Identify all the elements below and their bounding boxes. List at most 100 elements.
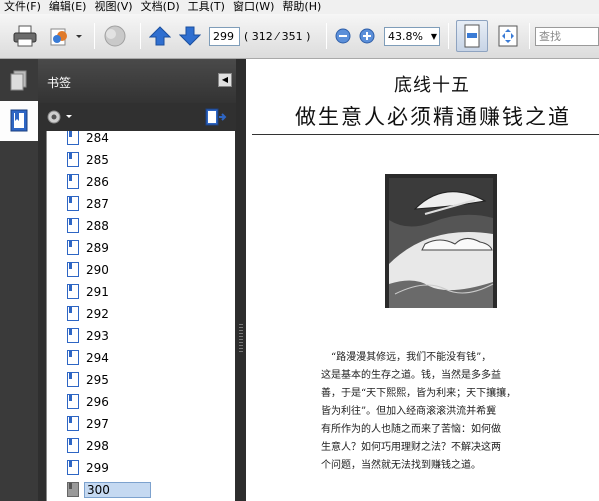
bookmark-page-icon	[67, 438, 79, 453]
bookmark-page-icon	[67, 240, 79, 255]
fit-width-icon	[498, 25, 518, 47]
bookmark-item[interactable]: 287	[47, 193, 235, 215]
bookmark-item[interactable]: 288	[47, 215, 235, 237]
menu-bar: 文件(F) 编辑(E) 视图(V) 文档(D) 工具(T) 窗口(W) 帮助(H…	[0, 0, 599, 14]
menu-help[interactable]: 帮助(H)	[282, 0, 321, 14]
menu-document[interactable]: 文档(D)	[141, 0, 180, 14]
menu-file[interactable]: 文件(F)	[4, 0, 41, 14]
collapse-panel-button[interactable]: ◀	[218, 73, 232, 87]
menu-view[interactable]: 视图(V)	[94, 0, 132, 14]
paragraph-line: 皆为利往”。但加入经商滚滚洪流并希冀	[321, 406, 497, 417]
bookmark-item[interactable]: 298	[47, 435, 235, 457]
arrow-down-icon	[179, 26, 201, 46]
page-number-input[interactable]: 299	[209, 27, 240, 46]
paragraph-line: 这是基本的生存之道。钱，当然是多多益	[321, 370, 501, 381]
panel-splitter[interactable]	[236, 59, 246, 501]
paragraph-line: 个问题，当然就无法找到赚钱之道。	[321, 460, 481, 471]
zoom-in-button[interactable]	[358, 22, 376, 50]
page-count-label: ( 312 ⁄ 351 )	[244, 30, 311, 43]
bookmark-label: 297	[86, 417, 109, 431]
bookmark-item[interactable]: 284	[47, 131, 235, 149]
menu-window[interactable]: 窗口(W)	[233, 0, 274, 14]
paragraph-line: 生意人？如何巧用理财之法？不解决这两	[321, 442, 501, 453]
connect-button[interactable]	[100, 22, 130, 50]
menu-tools[interactable]: 工具(T)	[188, 0, 225, 14]
zoom-out-button[interactable]	[334, 22, 352, 50]
bookmark-label: 287	[86, 197, 109, 211]
bookmark-label: 299	[86, 461, 109, 475]
bookmark-page-icon	[67, 394, 79, 409]
bookmark-label: 300	[84, 482, 151, 498]
bookmark-label: 293	[86, 329, 109, 343]
chevron-down-icon: ▼	[430, 32, 437, 41]
arrow-up-icon	[149, 26, 171, 46]
zoom-in-icon	[359, 28, 375, 44]
globe-icon	[104, 25, 126, 47]
options-gear-icon[interactable]	[46, 109, 74, 125]
bookmark-item[interactable]: 292	[47, 303, 235, 325]
bookmark-item[interactable]: 291	[47, 281, 235, 303]
bookmark-label: 292	[86, 307, 109, 321]
bookmark-label: 296	[86, 395, 109, 409]
chapter-illustration	[385, 174, 497, 308]
bookmark-label: 289	[86, 241, 109, 255]
pages-panel-button[interactable]	[0, 61, 38, 101]
bookmark-item[interactable]: 295	[47, 369, 235, 391]
bookmark-label: 284	[86, 131, 109, 145]
bookmark-label: 285	[86, 153, 109, 167]
find-input[interactable]: 查找	[535, 27, 599, 46]
printer-icon	[13, 25, 37, 47]
paragraph-line: “路漫漫其修远，我们不能没有钱”，	[331, 352, 492, 363]
bookmark-page-icon	[67, 262, 79, 277]
paragraph-line: 善，于是“天下熙熙，皆为利来；天下攘攘，	[321, 388, 517, 399]
bookmark-label: 286	[86, 175, 109, 189]
new-bookmark-icon[interactable]	[204, 108, 228, 126]
next-page-button[interactable]	[178, 22, 202, 50]
paragraph-line: 有所作为的人也随之而来了苦恼：如何做	[321, 424, 501, 435]
bookmark-item[interactable]: 299	[47, 457, 235, 479]
document-page: 底线十五 做生意人必须精通赚钱之道 “路漫漫其修远，我们不能没有钱”， 这是基本…	[246, 59, 599, 501]
bookmark-page-icon	[67, 306, 79, 321]
bookmark-label: 298	[86, 439, 109, 453]
bookmark-page-icon	[67, 460, 79, 475]
bookmark-page-icon	[67, 482, 79, 497]
title-rule	[252, 134, 599, 135]
bookmark-page-icon	[67, 218, 79, 233]
bookmark-item[interactable]: 296	[47, 391, 235, 413]
bookmark-page-icon	[67, 372, 79, 387]
bookmark-page-icon	[67, 152, 79, 167]
navigation-rail	[0, 59, 38, 501]
splitter-grip[interactable]	[239, 324, 243, 354]
bookmark-label: 290	[86, 263, 109, 277]
bookmark-label: 288	[86, 219, 109, 233]
bookmark-item[interactable]: 285	[47, 149, 235, 171]
fit-width-button[interactable]	[492, 22, 524, 50]
bookmark-item-selected[interactable]: 300	[47, 479, 235, 501]
bookmark-item[interactable]: 293	[47, 325, 235, 347]
fit-page-button[interactable]	[456, 20, 488, 52]
previous-page-button[interactable]	[148, 22, 172, 50]
bookmark-page-icon	[67, 284, 79, 299]
menu-edit[interactable]: 编辑(E)	[49, 0, 87, 14]
chapter-heading: 底线十五	[394, 75, 470, 96]
bookmark-label: 295	[86, 373, 109, 387]
zoom-value: 43.8%	[388, 30, 423, 43]
bookmarks-panel-button[interactable]	[0, 101, 38, 141]
chapter-paragraph: “路漫漫其修远，我们不能没有钱”， 这是基本的生存之道。钱，当然是多多益 善，于…	[321, 349, 593, 475]
bookmark-item[interactable]: 290	[47, 259, 235, 281]
print-button[interactable]	[10, 22, 40, 50]
zoom-out-icon	[335, 28, 351, 44]
bookmark-item[interactable]: 294	[47, 347, 235, 369]
bookmark-page-icon	[67, 174, 79, 189]
bookmark-list: 284 285 286 287 288 289 290 291 292 293 …	[46, 131, 235, 501]
zoom-select[interactable]: 43.8% ▼	[384, 27, 440, 46]
bookmark-item[interactable]: 297	[47, 413, 235, 435]
bookmark-page-icon	[67, 328, 79, 343]
chapter-title: 做生意人必须精通赚钱之道	[295, 105, 571, 129]
bookmark-item[interactable]: 289	[47, 237, 235, 259]
bookmark-item[interactable]: 286	[47, 171, 235, 193]
bookmark-page-icon	[67, 350, 79, 365]
collaborate-button[interactable]	[46, 22, 86, 50]
bookmark-icon	[10, 109, 28, 132]
panel-title: 书签	[47, 76, 72, 90]
